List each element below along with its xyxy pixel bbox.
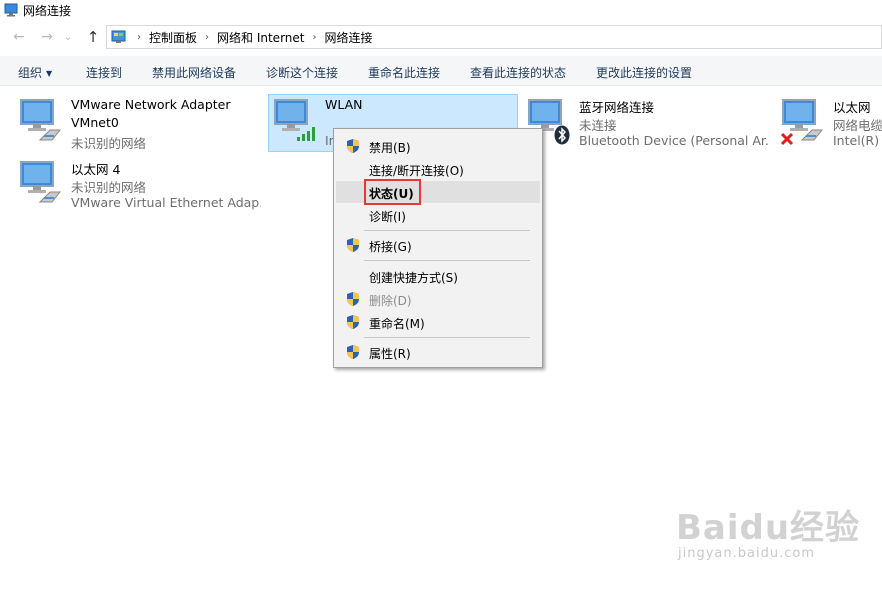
adapter-status: 网络电缆	[833, 118, 882, 133]
menu-label: 桥接(G)	[369, 240, 412, 254]
caret-down-icon: ▼	[46, 69, 53, 78]
adapter-status: 未识别的网络	[71, 136, 147, 151]
adapter-name: 以太网	[833, 100, 871, 115]
adapter-line2: VMnet0	[71, 115, 119, 130]
network-adapter-icon	[18, 158, 64, 204]
view-status-button[interactable]: 查看此连接的状态	[470, 64, 566, 81]
menu-item-status[interactable]: 状态(U)	[336, 179, 540, 205]
forward-button[interactable]: →	[38, 28, 56, 46]
disable-device-button[interactable]: 禁用此网络设备	[152, 64, 236, 81]
disconnected-x-icon	[780, 132, 794, 146]
organize-button[interactable]: 组织 ▼	[18, 64, 52, 81]
network-adapter-icon	[18, 96, 64, 142]
up-button[interactable]: ↑	[84, 28, 102, 46]
adapter-vmnet0[interactable]: VMware Network Adapter VMnet0 未识别的网络	[18, 96, 262, 151]
breadcrumb-separator: ›	[137, 31, 141, 43]
breadcrumb-separator[interactable]: ›	[312, 32, 316, 43]
uac-shield-icon	[346, 344, 360, 360]
command-bar: 组织 ▼ 连接到 禁用此网络设备 诊断这个连接 重命名此连接 查看此连接的状态 更…	[0, 56, 882, 86]
bluetooth-icon	[554, 125, 570, 145]
back-arrow-icon: ←	[13, 29, 25, 45]
menu-label: 禁用(B)	[369, 141, 411, 155]
adapter-name: VMware Network Adapter	[71, 97, 231, 112]
menu-label: 连接/断开连接(O)	[369, 164, 464, 178]
network-connections-icon	[4, 3, 18, 17]
uac-shield-icon	[346, 291, 360, 307]
baidu-watermark: Baidu经验 jingyan.baidu.com	[676, 500, 861, 561]
uac-shield-icon	[346, 237, 360, 253]
menu-item-properties[interactable]: 属性(R)	[336, 341, 540, 363]
menu-label: 创建快捷方式(S)	[369, 271, 458, 285]
menu-item-delete: 删除(D)	[336, 288, 540, 310]
menu-item-bridge[interactable]: 桥接(G)	[336, 234, 540, 256]
watermark-logo: Baidu经验	[676, 508, 861, 548]
rename-button[interactable]: 重命名此连接	[368, 64, 440, 81]
adapter-bluetooth[interactable]: 蓝牙网络连接 未连接 Bluetooth Device (Personal Ar…	[526, 96, 770, 148]
menu-item-diagnose[interactable]: 诊断(I)	[336, 204, 540, 226]
breadcrumb-control-panel[interactable]: 控制面板	[149, 29, 197, 46]
back-button[interactable]: ←	[10, 28, 28, 46]
adapter-status: 未识别的网络	[71, 180, 147, 195]
menu-label: 删除(D)	[369, 294, 412, 308]
adapter-ethernet[interactable]: 以太网 网络电缆 Intel(R) 8	[780, 96, 882, 148]
menu-item-create-shortcut[interactable]: 创建快捷方式(S)	[336, 265, 540, 287]
uac-shield-icon	[346, 314, 360, 330]
window-title: 网络连接	[23, 3, 72, 18]
breadcrumb-separator[interactable]: ›	[205, 32, 209, 43]
adapter-device: Intel(R) 8	[833, 133, 882, 148]
watermark-url: jingyan.baidu.com	[678, 546, 815, 561]
breadcrumb-network-connections[interactable]: 网络连接	[324, 29, 372, 46]
up-arrow-icon: ↑	[86, 28, 100, 46]
adapter-status: 未连接	[579, 118, 617, 133]
menu-separator	[364, 230, 530, 231]
signal-strength-icon	[296, 124, 320, 142]
forward-arrow-icon: →	[41, 29, 53, 45]
menu-item-rename[interactable]: 重命名(M)	[336, 311, 540, 333]
uac-shield-icon	[346, 138, 360, 154]
menu-separator	[364, 337, 530, 338]
context-menu: 禁用(B) 连接/断开连接(O) 状态(U) 诊断(I) 桥接(G) 创建快捷方…	[333, 128, 543, 368]
adapter-device: Bluetooth Device (Personal Ar...	[579, 133, 769, 148]
title-bar: 网络连接	[0, 0, 882, 20]
connect-to-button[interactable]: 连接到	[86, 64, 122, 81]
menu-item-disable[interactable]: 禁用(B)	[336, 135, 540, 157]
diagnose-button[interactable]: 诊断这个连接	[266, 64, 338, 81]
chevron-down-icon: ⌄	[63, 31, 73, 43]
menu-item-connect-disconnect[interactable]: 连接/断开连接(O)	[336, 158, 540, 180]
menu-label: 属性(R)	[369, 347, 411, 361]
adapter-name: 以太网 4	[71, 162, 121, 177]
adapter-name: WLAN	[325, 97, 363, 112]
control-panel-icon	[111, 29, 127, 45]
address-row: ← → ⌄ ↑ › 控制面板 › 网络和 Internet › 网络连接	[0, 24, 882, 50]
breadcrumb-network-internet[interactable]: 网络和 Internet	[217, 29, 304, 46]
change-settings-button[interactable]: 更改此连接的设置	[596, 64, 692, 81]
recent-locations-button[interactable]: ⌄	[62, 28, 74, 46]
menu-label: 重命名(M)	[369, 317, 425, 331]
adapter-name: 蓝牙网络连接	[579, 100, 655, 115]
menu-label: 诊断(I)	[369, 210, 406, 224]
menu-separator	[364, 260, 530, 261]
adapter-ethernet-4[interactable]: 以太网 4 未识别的网络 VMware Virtual Ethernet Ada…	[18, 158, 262, 210]
adapter-device: VMware Virtual Ethernet Adap...	[71, 195, 261, 210]
highlight-box	[364, 179, 421, 205]
address-bar[interactable]: › 控制面板 › 网络和 Internet › 网络连接	[106, 25, 882, 49]
